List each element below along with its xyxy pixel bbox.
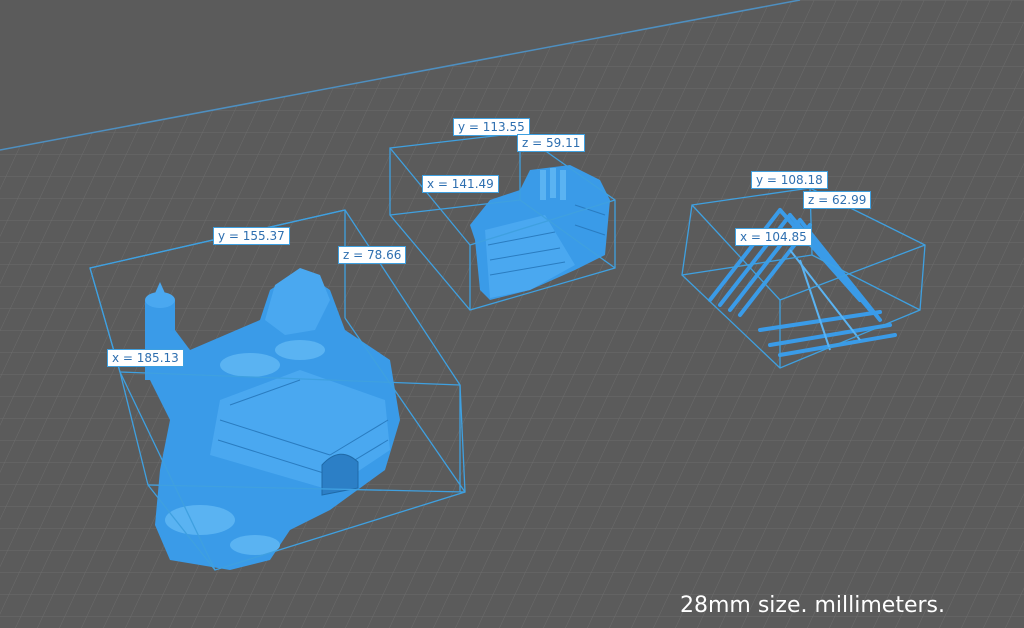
dim-label-x: x = 185.13 (107, 349, 184, 367)
dim-label-x: x = 141.49 (422, 175, 499, 193)
dim-label-z: z = 59.11 (517, 134, 586, 152)
dim-label-y: y = 155.37 (213, 227, 290, 245)
scene-canvas[interactable] (0, 0, 1024, 628)
dim-label-z: z = 78.66 (338, 246, 407, 264)
dim-label-x: x = 104.85 (735, 228, 812, 246)
3d-viewport[interactable]: y = 155.37 z = 78.66 x = 185.13 y = 113.… (0, 0, 1024, 628)
dim-label-z: z = 62.99 (803, 191, 872, 209)
dim-label-y: y = 108.18 (751, 171, 828, 189)
caption-text: 28mm size. millimeters. (680, 593, 945, 618)
